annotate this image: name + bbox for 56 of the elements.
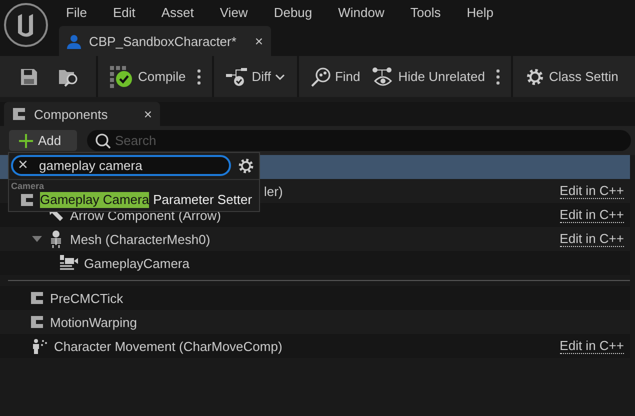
close-icon[interactable]: × — [254, 33, 263, 49]
clear-icon[interactable]: × — [18, 156, 28, 173]
tab-title: CBP_SandboxCharacter* — [89, 34, 236, 48]
menu-item[interactable]: Window — [335, 5, 388, 20]
settings-icon[interactable] — [237, 156, 255, 174]
more-icon[interactable] — [496, 68, 500, 84]
search-field[interactable]: Search — [87, 130, 631, 151]
tree-label: Mesh (CharacterMesh0) — [70, 232, 210, 246]
panel-tab[interactable]: Components × — [4, 102, 160, 126]
tree-label: Arrow Component (Arrow) — [70, 208, 221, 222]
search-icon — [95, 133, 111, 149]
tree-label: ler) — [264, 184, 283, 198]
edit-link[interactable]: Edit in C++ — [560, 338, 624, 354]
more-icon[interactable] — [196, 68, 201, 84]
tree-label: Character Movement (CharMoveComp) — [54, 338, 282, 354]
component-icon — [20, 193, 34, 207]
tree-label: GameplayCamera — [84, 256, 190, 270]
skeleton-icon — [48, 230, 64, 248]
add-button[interactable]: Add — [9, 130, 77, 151]
eye-icon — [372, 66, 394, 86]
person-icon — [67, 34, 81, 48]
plus-icon — [19, 134, 33, 148]
menu-item[interactable]: Help — [464, 5, 496, 20]
edit-link[interactable]: Edit in C++ — [560, 184, 624, 198]
menu-item[interactable]: Edit — [110, 5, 138, 20]
diff-button[interactable]: Diff — [222, 68, 289, 86]
component-icon — [30, 291, 44, 305]
component-icon — [30, 315, 44, 329]
find-button[interactable]: Find — [306, 66, 364, 86]
tree-label: MotionWarping — [50, 314, 137, 330]
tree-row[interactable]: GameplayCamera — [0, 251, 630, 275]
camera-icon — [60, 255, 78, 271]
tree-row[interactable]: Character Movement (CharMoveComp) Edit in C++ — [0, 334, 630, 358]
chevron-icon — [274, 74, 285, 80]
edit-link[interactable]: Edit in C++ — [560, 232, 624, 246]
menu-item[interactable]: Asset — [158, 5, 197, 20]
settings-button[interactable]: Class Settin — [520, 66, 622, 86]
document-tab[interactable]: CBP_SandboxCharacter* × — [59, 26, 271, 56]
tree-row[interactable]: PreCMCTick — [0, 286, 630, 310]
menu-item[interactable]: View — [216, 5, 251, 20]
gear-icon — [524, 66, 545, 86]
hide-button[interactable]: Hide Unrelated — [368, 66, 489, 86]
movement-icon — [30, 338, 48, 354]
close-icon[interactable]: × — [144, 106, 152, 122]
menu-item[interactable]: Tools — [407, 5, 444, 20]
save-icon[interactable] — [20, 68, 38, 86]
expand-arrow-icon[interactable] — [32, 235, 42, 243]
tree-label: PreCMCTick — [50, 290, 124, 306]
compile-check-icon — [110, 66, 134, 88]
compile-button[interactable]: Compile — [106, 66, 190, 88]
menu-item[interactable]: File — [63, 5, 90, 20]
diff-icon — [226, 68, 248, 86]
component-icon — [12, 107, 26, 121]
find-icon — [310, 66, 331, 86]
edit-link[interactable]: Edit in C++ — [560, 208, 624, 222]
menu-item[interactable]: Debug — [270, 5, 316, 20]
